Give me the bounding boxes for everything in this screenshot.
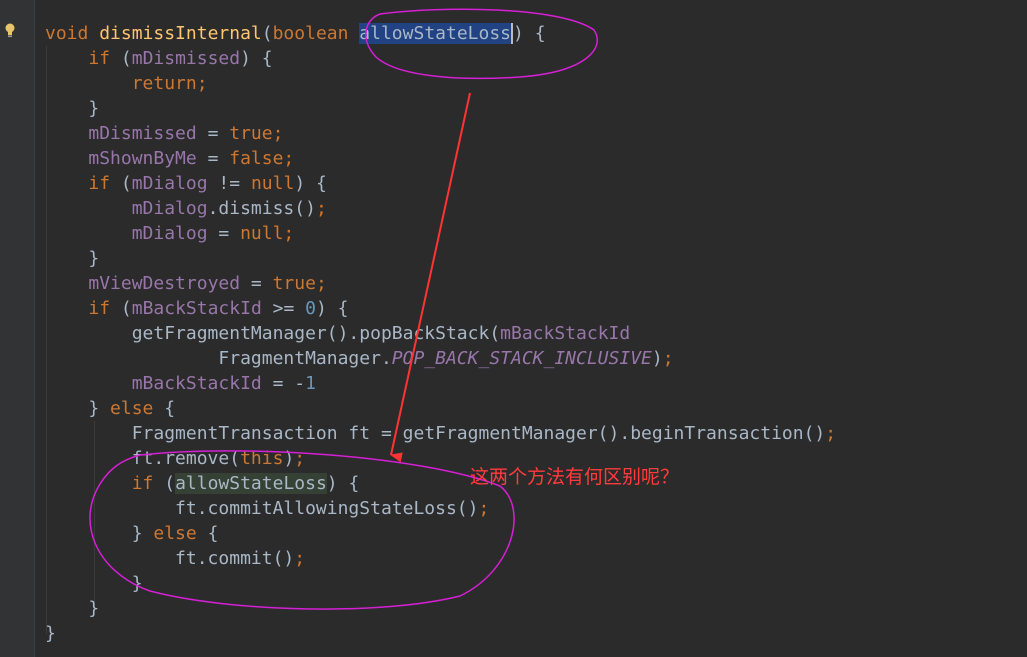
highlight-ellipse-top [365,8,599,80]
arrow-line [390,92,471,463]
annotation-overlay [89,8,599,610]
annotation-question: 这两个方法有何区别呢？ [470,466,680,488]
highlight-ellipse-bottom [89,450,515,610]
